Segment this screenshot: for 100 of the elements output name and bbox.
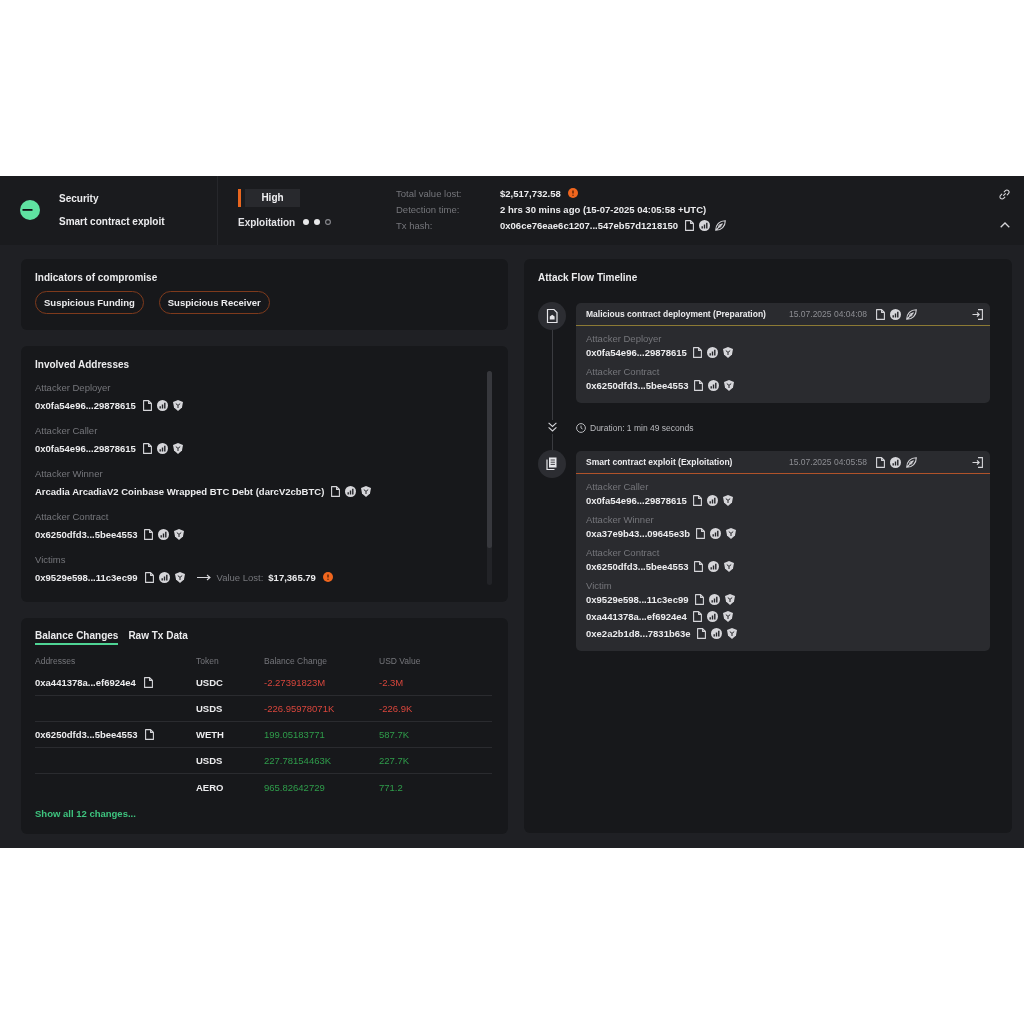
chart-circle-icon[interactable] [156, 442, 168, 454]
scrollbar-track[interactable] [487, 371, 492, 585]
address-text: 0x0fa54e96...29878615 [586, 494, 687, 506]
table-cell-text: 771.2 [379, 781, 404, 793]
minus-circle-icon [20, 200, 40, 220]
leaf-icon[interactable] [906, 456, 917, 468]
shield-icon[interactable] [361, 485, 372, 497]
copy-icon[interactable] [331, 485, 341, 497]
chart-circle-icon[interactable] [706, 494, 718, 506]
arrow-into-bracket-icon[interactable] [972, 456, 983, 468]
copy-icon[interactable] [694, 379, 704, 391]
tab[interactable]: Raw Tx Data [128, 630, 188, 645]
copy-icon[interactable] [876, 456, 885, 468]
chart-circle-icon[interactable] [699, 219, 711, 231]
copy-icon[interactable] [144, 571, 154, 583]
stat-value: 0x06ce76eae6c1207...547eb57d1218150 [500, 219, 679, 231]
chart-circle-icon[interactable] [708, 593, 720, 605]
copy-icon[interactable] [696, 627, 706, 639]
copy-icon[interactable] [144, 528, 154, 540]
card-title: Involved Addresses [35, 359, 131, 371]
event-title: Smart contract exploit (Exploitation) [586, 457, 733, 467]
chart-circle-icon[interactable] [158, 528, 170, 540]
copy-icon[interactable] [876, 308, 885, 320]
value-lost-amount: $17,365.79 [268, 571, 316, 583]
address-label: Attacker Winner [586, 513, 655, 526]
table-cell-text: 199.05183771 [264, 729, 326, 740]
copy-icon[interactable] [694, 593, 704, 605]
chart-circle-icon[interactable] [156, 399, 168, 411]
shield-icon[interactable] [172, 399, 183, 411]
copy-icon[interactable] [685, 219, 695, 231]
stat-label: Tx hash: [396, 219, 434, 231]
card-title: Indicators of compromise [35, 272, 159, 284]
shield-icon[interactable] [722, 346, 733, 358]
copy-icon[interactable] [142, 442, 152, 454]
chart-circle-icon[interactable] [706, 346, 718, 358]
address-text: Arcadia ArcadiaV2 Coinbase Wrapped BTC Debt (darcV2cbBTC) [35, 485, 325, 497]
address-text: 0x9529e598...11c3ec99 [35, 571, 138, 583]
severity-badge: High [238, 189, 300, 207]
chart-circle-icon[interactable] [710, 627, 722, 639]
copy-icon[interactable] [142, 399, 152, 411]
column-header: Balance Change [264, 655, 328, 666]
shield-icon[interactable] [726, 527, 737, 539]
shield-icon[interactable] [722, 610, 733, 622]
chart-circle-icon[interactable] [345, 485, 357, 497]
category-label: Security [59, 192, 100, 206]
table-cell-text: USDS [196, 755, 224, 766]
shield-icon[interactable] [724, 379, 735, 391]
link-icon[interactable] [999, 189, 1010, 200]
incident-title: Smart contract exploit [59, 215, 165, 229]
copy-icon[interactable] [143, 677, 153, 688]
address-text: 0xa37e9b43...09645e3b [586, 527, 691, 539]
shield-icon[interactable] [172, 442, 183, 454]
address-text: 0x9529e598...11c3ec99 [586, 593, 689, 605]
chart-circle-icon[interactable] [710, 527, 722, 539]
show-all-link[interactable]: Show all 12 changes... [35, 807, 136, 821]
table-cell-text: -2.3M [379, 677, 405, 688]
arrow-into-bracket-icon[interactable] [972, 308, 983, 320]
address-label: Attacker Deployer [586, 332, 663, 345]
chart-circle-icon[interactable] [890, 308, 901, 320]
column-header: Token [196, 655, 220, 666]
stage-label: Exploitation [238, 216, 296, 228]
table-cell-text: AERO [196, 781, 225, 793]
leaf-icon[interactable] [715, 219, 727, 231]
shield-icon[interactable] [726, 627, 737, 639]
address-text: 0x0fa54e96...29878615 [586, 346, 687, 358]
copy-icon[interactable] [694, 560, 704, 572]
leaf-icon[interactable] [906, 308, 917, 320]
shield-icon[interactable] [174, 528, 185, 540]
tab[interactable]: Balance Changes [35, 630, 119, 645]
address-text: 0x6250dfd3...5bee4553 [35, 528, 138, 540]
chart-circle-icon[interactable] [708, 560, 720, 572]
chart-circle-icon[interactable] [706, 610, 718, 622]
shield-icon[interactable] [722, 494, 733, 506]
chart-circle-icon[interactable] [158, 571, 170, 583]
shield-icon[interactable] [724, 560, 735, 572]
chart-circle-icon[interactable] [708, 379, 720, 391]
address-text: 0x0fa54e96...29878615 [35, 399, 136, 411]
stat-value: $2,517,732.58 [500, 187, 561, 199]
shield-icon[interactable] [174, 571, 185, 583]
address-label: Attacker Deployer [35, 381, 112, 395]
address-text: 0x6250dfd3...5bee4553 [586, 379, 689, 391]
copy-icon[interactable] [692, 346, 702, 358]
column-header: Addresses [35, 655, 77, 666]
copy-icon[interactable] [692, 610, 702, 622]
table-cell-text: WETH [196, 729, 225, 740]
copy-icon[interactable] [145, 729, 155, 740]
address-label: Victims [35, 553, 67, 567]
scrollbar-thumb[interactable] [487, 371, 492, 548]
double-chevron-down-icon [547, 421, 557, 432]
chevron-up-icon[interactable] [999, 222, 1010, 228]
address-text: 0x6250dfd3...5bee4553 [586, 560, 689, 572]
chart-circle-icon[interactable] [890, 456, 901, 468]
address-text: 0x0fa54e96...29878615 [35, 442, 136, 454]
copy-icon[interactable] [696, 527, 706, 539]
document-icon [538, 302, 566, 330]
event-time: 15.07.2025 04:05:58 [789, 457, 867, 467]
copy-icon[interactable] [692, 494, 702, 506]
table-cell-text: -226.95978071K [264, 703, 336, 714]
address-label: Attacker Contract [35, 510, 110, 524]
shield-icon[interactable] [724, 593, 735, 605]
